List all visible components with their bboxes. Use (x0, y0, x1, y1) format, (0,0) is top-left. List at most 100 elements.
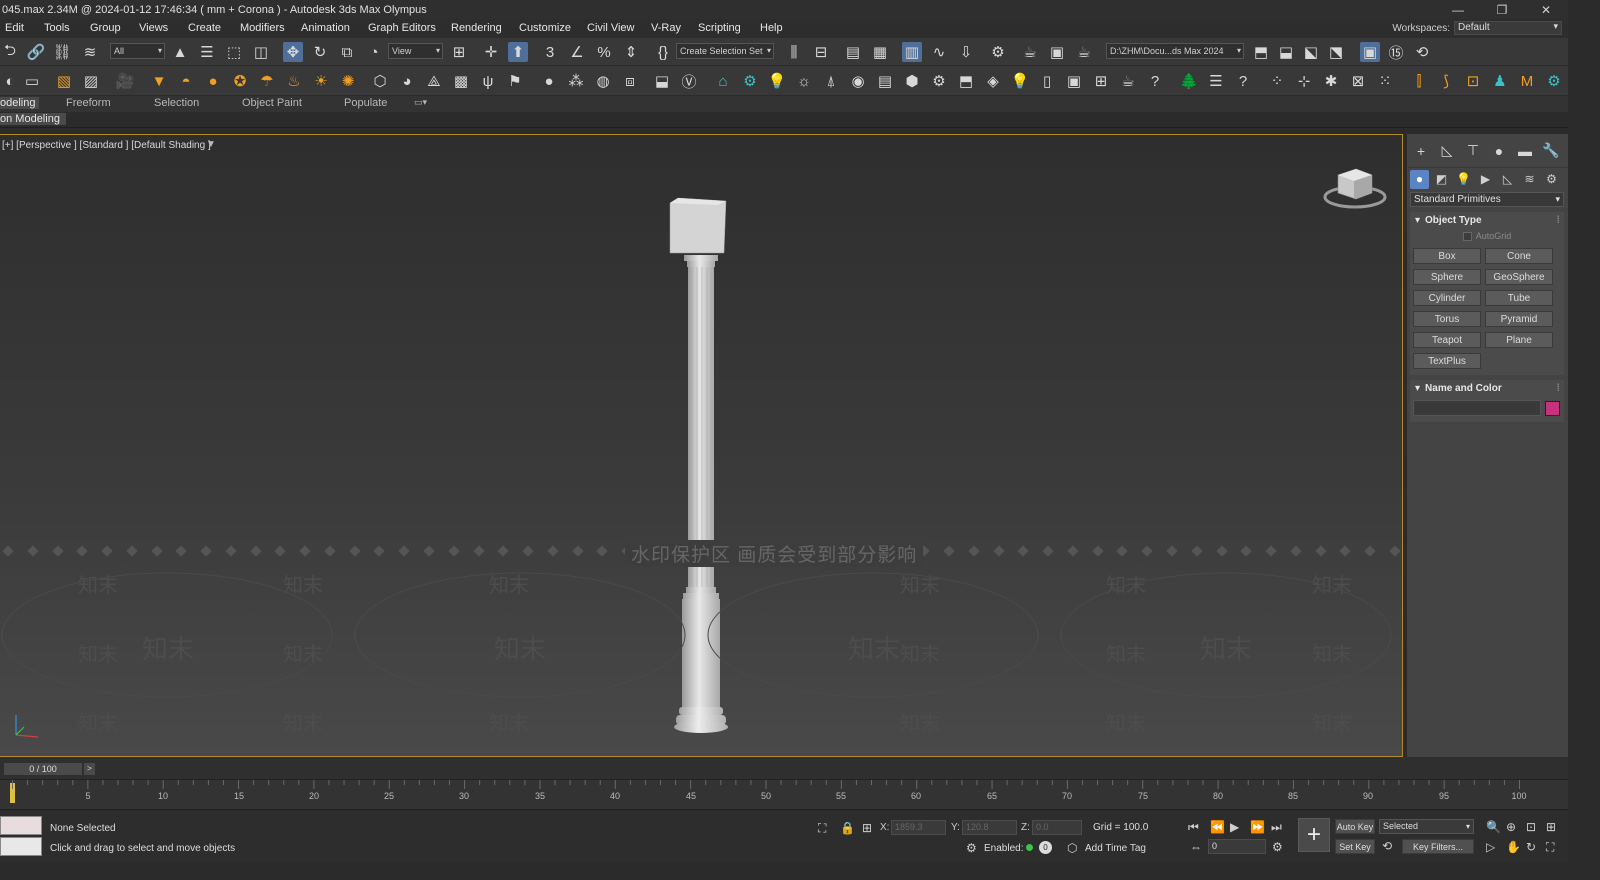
spacewarps-icon[interactable]: ≋ (1520, 170, 1539, 189)
scatter-icon-1[interactable]: ⁘ (1267, 71, 1287, 91)
ribbon-tab-populate[interactable]: Populate (344, 97, 387, 109)
vray-light-icon-1[interactable]: ▼ (149, 71, 169, 91)
vray-sky-icon[interactable]: ✺ (338, 71, 358, 91)
vray-sphere-icon[interactable]: ◕ (397, 71, 417, 91)
scatter-icon-3[interactable]: ✱ (1321, 71, 1341, 91)
shortcut-15-icon[interactable]: ⑮ (1386, 42, 1406, 62)
layer-explorer-icon[interactable]: ▦ (870, 42, 890, 62)
cylinder-button[interactable]: Cylinder (1413, 290, 1481, 306)
forest-icon[interactable]: 🌲 (1179, 71, 1199, 91)
corona-light-icon[interactable]: 💡 (767, 71, 787, 91)
select-place-icon[interactable]: ◔ (364, 42, 384, 62)
auto-key-button[interactable]: Auto Key (1335, 819, 1375, 834)
maximize-button[interactable]: ❐ (1480, 0, 1524, 19)
systems-icon[interactable]: ⚙ (1542, 170, 1561, 189)
corona-teapot-icon[interactable]: ☕ (1118, 71, 1138, 91)
scene-explorer-icon[interactable]: ▤ (843, 42, 863, 62)
list-icon[interactable]: ☰ (1206, 71, 1226, 91)
vray-light-icon-3[interactable]: ● (203, 71, 223, 91)
select-rotate-icon[interactable]: ↻ (310, 42, 330, 62)
schematic-view-icon[interactable]: ⇩ (956, 42, 976, 62)
selection-filter-dropdown[interactable]: All (110, 43, 165, 59)
teapot-button[interactable]: Teapot (1413, 332, 1481, 348)
geosphere-button[interactable]: GeoSphere (1485, 269, 1553, 285)
vray-mtl-icon[interactable]: ◍ (593, 71, 613, 91)
scatter-icon-5[interactable]: ⁙ (1375, 71, 1395, 91)
key-mode-icon[interactable]: ⇔ (1190, 840, 1202, 854)
corona-lightmix-icon[interactable]: 💡 (1010, 71, 1030, 91)
menu-customize[interactable]: Customize (519, 22, 571, 34)
corona-vfb-icon[interactable]: ⬒ (956, 71, 976, 91)
adaptive-degradation-icon[interactable]: ⚙ (966, 841, 977, 855)
lock-icon[interactable]: 🔒 (840, 821, 855, 835)
corona-gear-icon[interactable]: ⚙ (929, 71, 949, 91)
percent-snap-icon[interactable]: % (594, 42, 614, 62)
plugin-icon-3[interactable]: ⊡ (1463, 71, 1483, 91)
corona-icon-1[interactable]: ⌂ (713, 71, 733, 91)
modify-tab-icon[interactable]: ◺ (1437, 141, 1457, 161)
goto-end-icon[interactable]: ⏭ (1271, 820, 1282, 835)
window-crossing-icon[interactable]: ◫ (251, 42, 271, 62)
ribbon-tab-object-paint[interactable]: Object Paint (242, 97, 302, 109)
vray-sun-icon[interactable]: ☀ (311, 71, 331, 91)
menu-rendering[interactable]: Rendering (451, 22, 502, 34)
select-move-icon[interactable]: ✥ (283, 42, 303, 62)
cone-button[interactable]: Cone (1485, 248, 1553, 264)
set-key-button[interactable]: Set Key (1335, 839, 1375, 854)
z-coord-field[interactable]: 0.0 (1032, 820, 1082, 835)
menu-vray[interactable]: V-Ray (651, 22, 681, 34)
utilities-tab-icon[interactable]: 🔧 (1541, 141, 1561, 161)
toggle-ribbon-icon[interactable]: ▥ (902, 42, 922, 62)
vray-multi-icon[interactable]: ⁂ (566, 71, 586, 91)
set-key-big-icon[interactable]: + (1298, 818, 1330, 852)
render-setup-icon[interactable]: ☕ (1020, 42, 1040, 62)
ribbon-tab-freeform[interactable]: Freeform (66, 97, 111, 109)
pyramid-button[interactable]: Pyramid (1485, 311, 1553, 327)
vray-icon-1[interactable]: ◐ (0, 71, 20, 91)
spinner-snap-icon[interactable]: ⇕ (621, 42, 641, 62)
autogrid-checkbox[interactable] (1462, 231, 1472, 241)
edit-named-sets-icon[interactable]: {} (653, 42, 673, 62)
corona-camera-icon[interactable]: ◉ (848, 71, 868, 91)
menu-civil-view[interactable]: Civil View (587, 22, 634, 34)
menu-graph-editors[interactable]: Graph Editors (368, 22, 436, 34)
plugin-icon-6[interactable]: ⚙ (1544, 71, 1564, 91)
vray-proxy-icon[interactable]: ⬡ (370, 71, 390, 91)
maxscript-listener[interactable] (0, 816, 42, 835)
corona-frame-icon[interactable]: ▤ (875, 71, 895, 91)
scatter-icon-4[interactable]: ⊠ (1348, 71, 1368, 91)
menu-edit[interactable]: Edit (5, 22, 24, 34)
menu-views[interactable]: Views (139, 22, 168, 34)
project-icon-3[interactable]: ⬕ (1301, 42, 1321, 62)
pivot-center-icon[interactable]: ⊞ (449, 42, 469, 62)
motion-tab-icon[interactable]: ● (1489, 141, 1509, 161)
viewport-filter-icon[interactable]: ▼ (206, 139, 216, 150)
vray-icon-4[interactable]: ▨ (81, 71, 101, 91)
vray-material-icon[interactable]: ● (539, 71, 559, 91)
ribbon-tab-selection[interactable]: Selection (154, 97, 199, 109)
unlink-icon[interactable]: ⛓ (52, 42, 72, 62)
fov-icon[interactable]: ▷ (1486, 840, 1495, 854)
vray-light-icon-5[interactable]: ☂ (257, 71, 277, 91)
object-name-input[interactable] (1413, 400, 1541, 416)
snaps-toggle-icon[interactable]: 3 (540, 42, 560, 62)
scatter-icon-2[interactable]: ⊹ (1294, 71, 1314, 91)
reference-coord-dropdown[interactable]: View (388, 43, 443, 59)
keyboard-shortcut-icon[interactable]: ⬆ (508, 42, 528, 62)
geometry-icon[interactable]: ● (1410, 169, 1429, 189)
helpers-icon[interactable]: ◺ (1498, 170, 1517, 189)
absolute-mode-icon[interactable]: ⊞ (862, 821, 872, 835)
vray-light-icon-2[interactable]: ◓ (176, 71, 196, 91)
object-color-swatch[interactable] (1545, 400, 1560, 416)
vray-grass-icon[interactable]: ψ (478, 71, 498, 91)
vray-plane-icon[interactable]: ⟁ (424, 71, 444, 91)
help-icon-2[interactable]: ? (1233, 71, 1253, 91)
perspective-viewport[interactable]: [+] [Perspective ] [Standard ] [Default … (0, 134, 1403, 757)
menu-scripting[interactable]: Scripting (698, 22, 741, 34)
next-frame-button[interactable]: > (84, 763, 95, 775)
align-icon[interactable]: ⊟ (811, 42, 831, 62)
next-frame-icon[interactable]: ⏩ (1250, 820, 1265, 834)
lights-icon[interactable]: 💡 (1454, 170, 1473, 189)
menu-create[interactable]: Create (188, 22, 221, 34)
time-tag-icon[interactable]: ⬡ (1067, 841, 1077, 855)
